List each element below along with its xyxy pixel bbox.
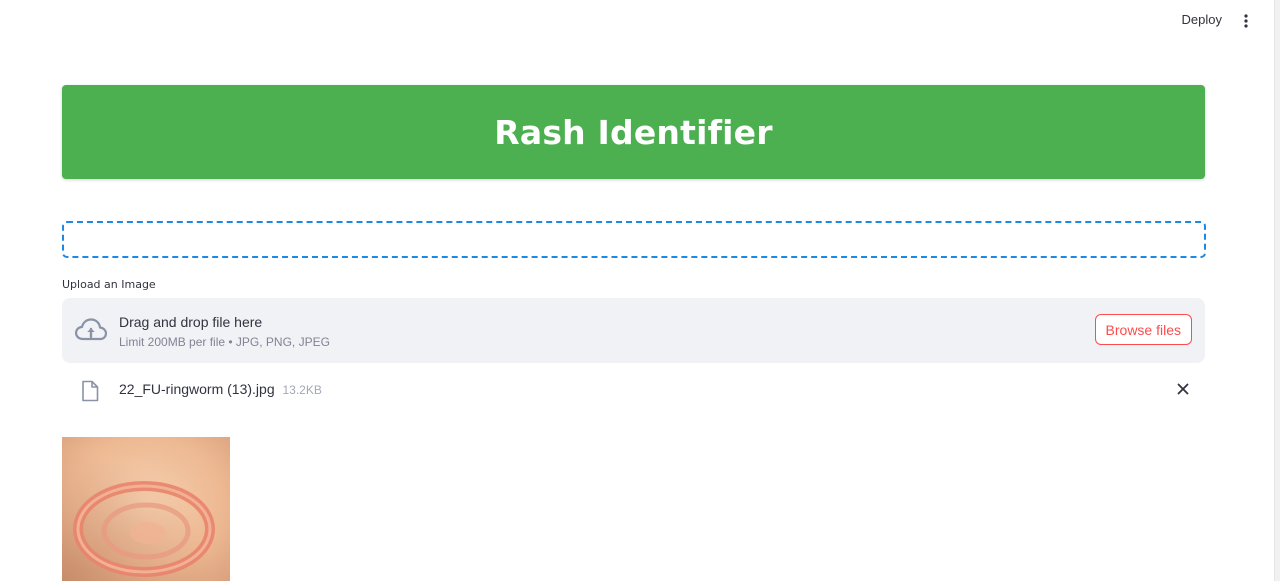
title-banner: Rash Identifier: [62, 85, 1205, 179]
scrollbar[interactable]: [1274, 0, 1280, 581]
uploaded-file-size: 13.2KB: [282, 383, 322, 397]
uploaded-file-name: 22_FU-ringworm (13).jpg: [119, 381, 275, 397]
page-title: Rash Identifier: [494, 112, 773, 152]
uploaded-file-name-line: 22_FU-ringworm (13).jpg 13.2KB: [119, 381, 322, 397]
deploy-button[interactable]: Deploy: [1182, 12, 1222, 27]
dropzone-limit-text: Limit 200MB per file • JPG, PNG, JPEG: [119, 335, 330, 349]
rash-photo-drawing: [62, 437, 230, 581]
file-dropzone[interactable]: Drag and drop file here Limit 200MB per …: [62, 298, 1205, 363]
close-icon[interactable]: [1175, 381, 1191, 397]
uploaded-file-row: 22_FU-ringworm (13).jpg 13.2KB: [62, 375, 1205, 407]
dashed-placeholder-box: [62, 221, 1206, 258]
browse-files-button[interactable]: Browse files: [1094, 314, 1192, 345]
rash-photo: [62, 437, 230, 581]
vertical-dots-icon[interactable]: [1240, 12, 1252, 30]
cloud-upload-icon: [75, 318, 107, 341]
top-toolbar: Deploy: [0, 0, 1280, 42]
upload-label: Upload an Image: [62, 278, 156, 291]
dropzone-title: Drag and drop file here: [119, 314, 263, 330]
app-page: Deploy Rash Identifier Upload an Image D…: [0, 0, 1280, 581]
file-icon: [82, 380, 99, 402]
